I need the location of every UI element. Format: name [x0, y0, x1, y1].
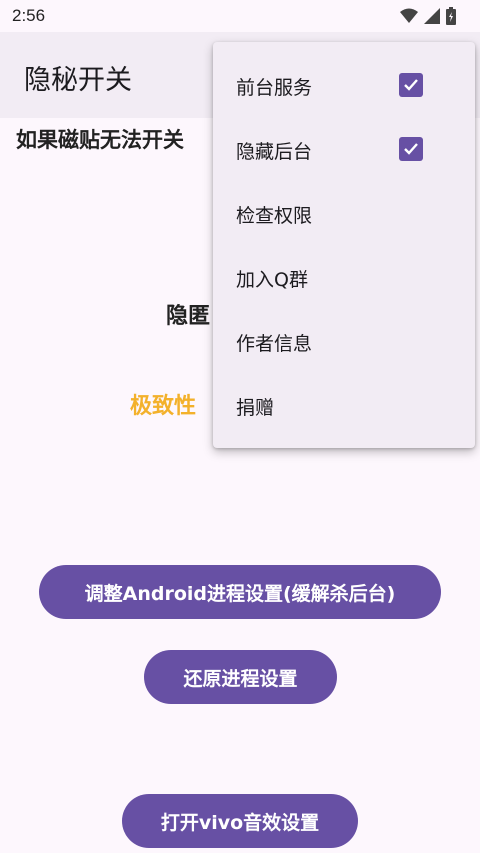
overflow-menu: 前台服务 隐藏后台 检查权限 加入Q群 作者信息 捐赠 — [213, 42, 475, 448]
menu-item-foreground-service[interactable]: 前台服务 — [213, 54, 475, 118]
menu-item-label: 捐赠 — [236, 396, 275, 419]
app-title: 隐秘开关 — [24, 65, 132, 96]
menu-item-label: 检查权限 — [236, 204, 313, 227]
status-bar: 2:56 — [0, 0, 480, 32]
menu-item-check-permissions[interactable]: 检查权限 — [213, 182, 475, 246]
menu-item-join-q-group[interactable]: 加入Q群 — [213, 246, 475, 310]
signal-icon — [424, 8, 440, 28]
hide-status-text: 隐匿 — [166, 304, 211, 329]
status-time: 2:56 — [12, 6, 46, 25]
check-icon — [404, 79, 418, 91]
menu-item-label: 作者信息 — [236, 332, 313, 355]
battery-icon — [446, 7, 456, 29]
menu-item-label: 加入Q群 — [236, 268, 308, 291]
adjust-process-settings-button[interactable]: 调整Android进程设置(缓解杀后台) — [39, 565, 441, 619]
performance-text: 极致性 — [130, 394, 197, 419]
tile-hint-text: 如果磁贴无法开关 — [16, 128, 184, 152]
check-icon — [404, 143, 418, 155]
menu-item-hide-background[interactable]: 隐藏后台 — [213, 118, 475, 182]
open-vivo-audio-settings-button[interactable]: 打开vivo音效设置 — [122, 794, 358, 848]
wifi-icon — [400, 8, 418, 28]
foreground-service-checkbox[interactable] — [399, 73, 423, 97]
restore-process-settings-button[interactable]: 还原进程设置 — [144, 650, 337, 704]
menu-item-label: 前台服务 — [236, 76, 313, 99]
menu-item-author-info[interactable]: 作者信息 — [213, 310, 475, 374]
menu-item-donate[interactable]: 捐赠 — [213, 374, 475, 438]
hide-background-checkbox[interactable] — [399, 137, 423, 161]
status-icons — [400, 7, 456, 29]
menu-item-label: 隐藏后台 — [236, 140, 313, 163]
